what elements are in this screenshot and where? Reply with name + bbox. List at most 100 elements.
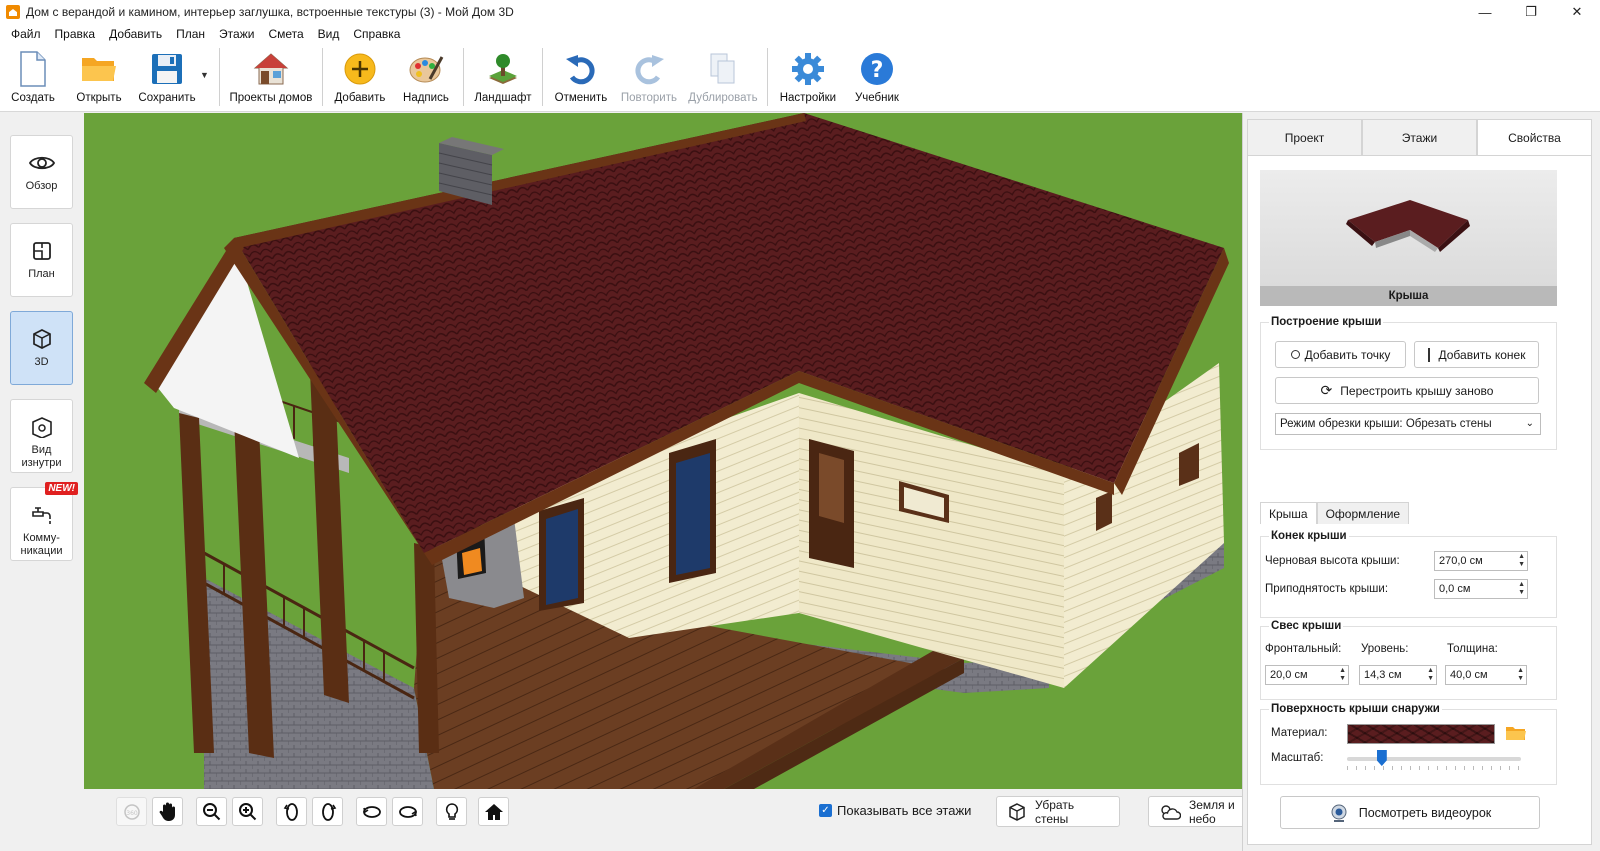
preview-caption: Крыша <box>1260 286 1557 306</box>
redo-label: Повторить <box>620 92 677 104</box>
3d-viewport[interactable] <box>84 113 1242 789</box>
create-label: Создать <box>11 92 55 104</box>
level-input[interactable]: 14,3 см ▲ ▼ <box>1359 665 1437 685</box>
minimize-button[interactable]: — <box>1462 0 1508 24</box>
toolbar-separator <box>766 48 768 106</box>
tilt-up-button[interactable] <box>356 797 387 826</box>
checkbox-checked-icon[interactable]: ✓ <box>819 804 832 817</box>
3d-view-button[interactable]: 3D <box>10 311 73 385</box>
toolbar-separator <box>218 48 220 106</box>
trim-mode-value: Режим обрезки крыши: Обрезать стены <box>1280 418 1492 430</box>
gear-icon <box>788 50 828 88</box>
save-button[interactable]: Сохранить <box>132 44 202 110</box>
cube-3d-icon <box>29 326 55 352</box>
tree-landscape-icon <box>483 50 523 88</box>
menu-file[interactable]: Файл <box>4 27 48 41</box>
overhang-group: Свес крыши Фронтальный: Уровень: Толщина… <box>1260 620 1557 700</box>
home-icon <box>484 803 503 820</box>
communications-button[interactable]: NEW! Комму- никации <box>10 482 78 561</box>
add-button[interactable]: Добавить <box>327 44 393 110</box>
outer-surface-title: Поверхность крыши снаружи <box>1269 703 1442 715</box>
faucet-pipe-icon <box>29 502 55 528</box>
house-projects-button[interactable]: Проекты домов <box>224 44 318 110</box>
material-swatch[interactable] <box>1347 724 1495 744</box>
spin-arrows-icon[interactable]: ▲ ▼ <box>1339 667 1346 683</box>
pan-hand-button[interactable] <box>152 797 183 826</box>
rotate-360-button[interactable]: 360 <box>116 797 147 826</box>
roof-raise-input[interactable]: 0,0 см ▲ ▼ <box>1434 579 1528 599</box>
scale-slider[interactable] <box>1347 757 1521 761</box>
maximize-button[interactable]: ❐ <box>1508 0 1554 24</box>
rotate-right-button[interactable] <box>312 797 343 826</box>
save-dropdown-arrow-icon[interactable]: ▼ <box>200 70 209 80</box>
plan-button[interactable]: План <box>10 223 73 297</box>
redo-arrow-icon <box>629 50 669 88</box>
undo-button[interactable]: Отменить <box>547 44 615 110</box>
menu-edit[interactable]: Правка <box>48 27 103 41</box>
menu-help[interactable]: Справка <box>346 27 407 41</box>
scale-slider-thumb[interactable] <box>1376 750 1387 766</box>
viewport-bottom-bar: 360 ✓ Показывать все этажи Убрать стены <box>84 789 1272 851</box>
roof-construction-title: Построение крыши <box>1269 316 1384 328</box>
zoom-in-button[interactable] <box>232 797 263 826</box>
spin-arrows-icon[interactable]: ▲ ▼ <box>1518 553 1525 569</box>
rotate-left-button[interactable] <box>276 797 307 826</box>
zoom-out-button[interactable] <box>196 797 227 826</box>
roof-raise-value: 0,0 см <box>1439 583 1471 595</box>
spin-arrows-icon[interactable]: ▲ ▼ <box>1517 667 1524 683</box>
floor-plan-icon <box>29 238 55 264</box>
redo-button[interactable]: Повторить <box>615 44 683 110</box>
subtab-roof[interactable]: Крыша <box>1260 502 1317 524</box>
properties-panel: Проект Этажи Свойства Крыша Построение к… <box>1242 113 1600 851</box>
menu-floors[interactable]: Этажи <box>212 27 261 41</box>
svg-text:360: 360 <box>126 810 138 817</box>
overhang-title: Свес крыши <box>1269 620 1344 632</box>
house-3d-render <box>84 113 1242 789</box>
menu-estimate[interactable]: Смета <box>261 27 310 41</box>
landscape-button[interactable]: Ландшафт <box>468 44 538 110</box>
menu-plan[interactable]: План <box>169 27 212 41</box>
inside-view-button[interactable]: Вид изнутри <box>10 399 73 473</box>
subtab-design[interactable]: Оформление <box>1316 502 1410 524</box>
home-view-button[interactable] <box>478 797 509 826</box>
undo-label: Отменить <box>554 92 608 104</box>
add-point-button[interactable]: Добавить точку <box>1275 341 1406 368</box>
help-question-icon: ? <box>857 50 897 88</box>
thickness-input[interactable]: 40,0 см ▲ ▼ <box>1445 665 1527 685</box>
lighting-button[interactable] <box>436 797 467 826</box>
menu-add[interactable]: Добавить <box>102 27 169 41</box>
tab-floors[interactable]: Этажи <box>1362 119 1477 155</box>
add-ridge-label: Добавить конек <box>1438 347 1526 362</box>
overview-button[interactable]: Обзор <box>10 135 73 209</box>
tutorial-button[interactable]: ? Учебник <box>844 44 910 110</box>
tab-project[interactable]: Проект <box>1247 119 1362 155</box>
rebuild-roof-label: Перестроить крышу заново <box>1340 383 1494 398</box>
duplicate-button[interactable]: Дублировать <box>683 44 763 110</box>
remove-walls-button[interactable]: Убрать стены <box>996 796 1120 827</box>
menu-view[interactable]: Вид <box>311 27 347 41</box>
settings-button[interactable]: Настройки <box>772 44 844 110</box>
create-button[interactable]: Создать <box>0 44 66 110</box>
rebuild-roof-button[interactable]: ⟳ Перестроить крышу заново <box>1275 377 1539 404</box>
spin-arrows-icon[interactable]: ▲ ▼ <box>1427 667 1434 683</box>
add-point-label: Добавить точку <box>1304 347 1391 362</box>
folder-browse-icon[interactable] <box>1505 724 1527 745</box>
close-button[interactable]: ✕ <box>1554 0 1600 24</box>
trim-mode-select[interactable]: Режим обрезки крыши: Обрезать стены ⌄ <box>1275 413 1541 435</box>
frontal-value: 20,0 см <box>1270 669 1308 681</box>
rough-height-label: Черновая высота крыши: <box>1265 555 1400 567</box>
rough-height-input[interactable]: 270,0 см ▲ ▼ <box>1434 551 1528 571</box>
tab-properties[interactable]: Свойства <box>1477 119 1592 155</box>
open-button[interactable]: Открыть <box>66 44 132 110</box>
duplicate-label: Дублировать <box>688 92 758 104</box>
label-button[interactable]: Надпись <box>393 44 459 110</box>
spin-arrows-icon[interactable]: ▲ ▼ <box>1518 581 1525 597</box>
show-all-floors-toggle[interactable]: ✓ Показывать все этажи <box>819 803 971 818</box>
add-ridge-button[interactable]: Добавить конек <box>1414 341 1539 368</box>
view-mode-panel: Обзор План 3D Вид изнутри NEW! Комму- ни… <box>0 113 84 851</box>
menu-bar: Файл Правка Добавить План Этажи Смета Ви… <box>0 24 1600 44</box>
level-label: Уровень: <box>1361 643 1409 655</box>
watch-video-lesson-button[interactable]: Посмотреть видеоурок <box>1280 796 1540 829</box>
frontal-input[interactable]: 20,0 см ▲ ▼ <box>1265 665 1349 685</box>
tilt-down-button[interactable] <box>392 797 423 826</box>
